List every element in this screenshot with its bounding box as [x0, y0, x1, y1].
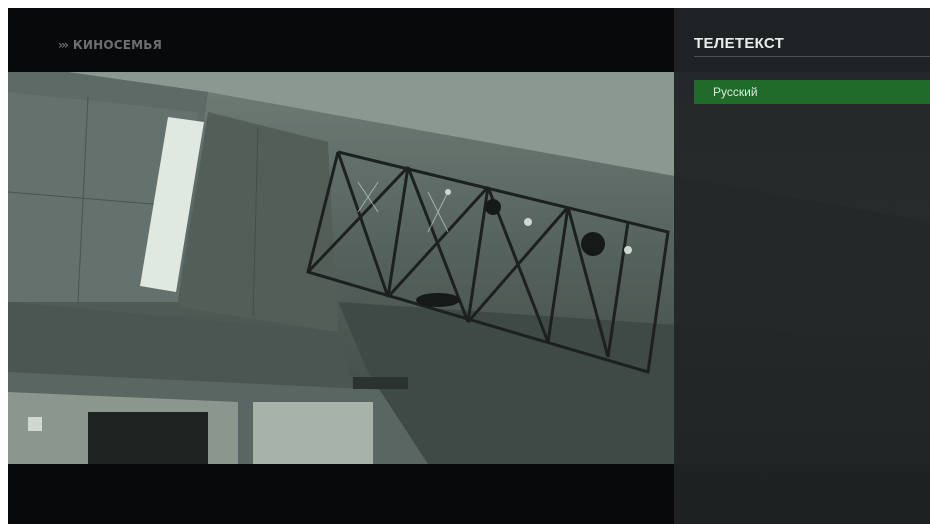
channel-logo: ››› КИНОСЕМЬЯ: [58, 38, 162, 52]
channel-logo-text: КИНОСЕМЬЯ: [72, 38, 163, 52]
tv-screen: ››› КИНОСЕМЬЯ ТЕЛЕТЕКСТ Русский: [8, 8, 930, 524]
channel-logo-arrows-icon: ›››: [58, 38, 69, 52]
teletext-language-russian[interactable]: Русский: [694, 80, 930, 104]
panel-divider: [694, 56, 930, 57]
teletext-panel: ТЕЛЕТЕКСТ Русский: [674, 8, 930, 524]
panel-title: ТЕЛЕТЕКСТ: [694, 35, 785, 52]
